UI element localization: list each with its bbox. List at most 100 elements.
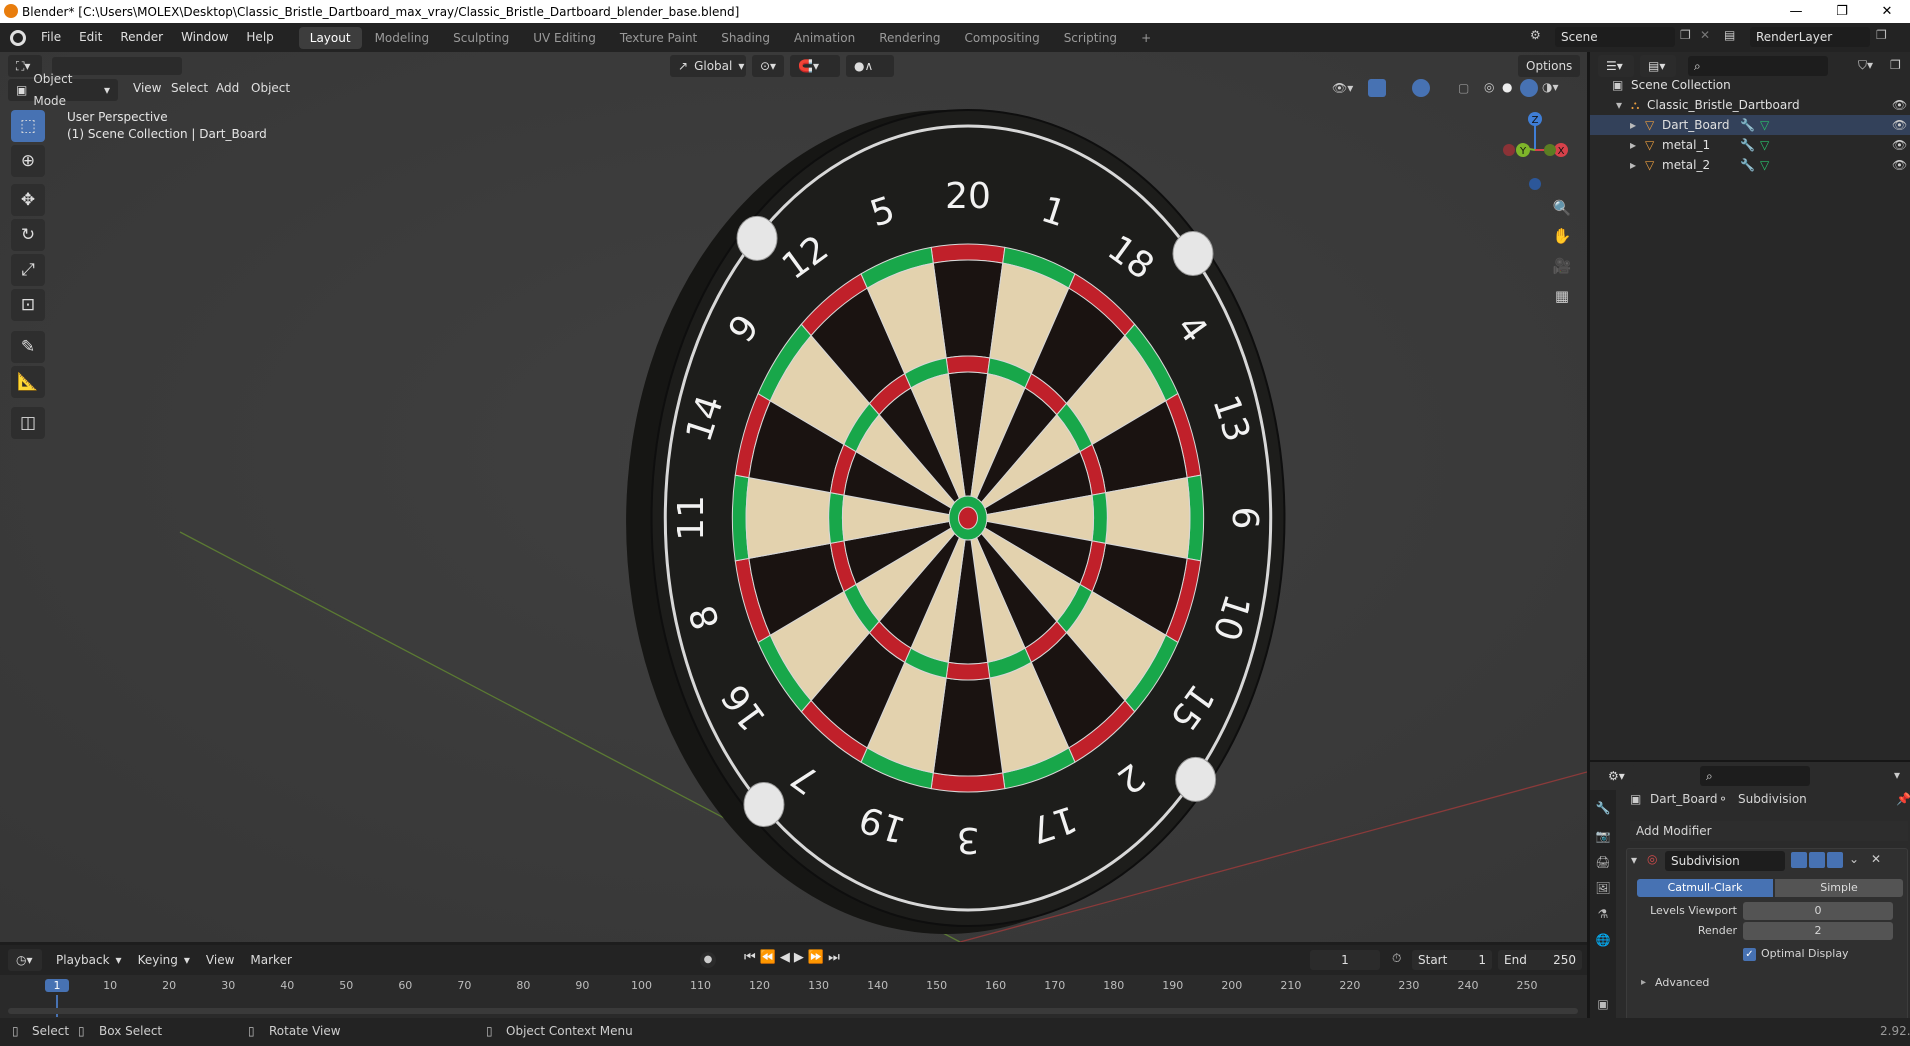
tab-sculpting[interactable]: Sculpting [442, 27, 520, 49]
collapse-arrow-icon[interactable]: ▾ [1631, 853, 1637, 867]
properties-editor-type[interactable]: ⚙▾ [1600, 765, 1636, 787]
rotate-tool[interactable]: ↻ [11, 219, 45, 251]
tab-texture-paint[interactable]: Texture Paint [609, 27, 708, 49]
advanced-expand-icon[interactable]: ▸ [1641, 977, 1646, 988]
rendered-shading-icon[interactable]: ◑▾ [1542, 80, 1559, 94]
move-tool[interactable]: ✥ [11, 184, 45, 216]
modifier-wrench-icon[interactable]: 🔧 [1740, 115, 1755, 135]
visibility-eye-icon[interactable]: 👁 [1892, 95, 1907, 115]
menu-edit[interactable]: Edit [70, 23, 111, 52]
add-workspace-button[interactable]: + [1130, 27, 1162, 49]
expand-arrow-icon[interactable]: ▸ [1630, 155, 1636, 175]
timeline-menu-playback[interactable]: Playback ▾ [48, 949, 130, 971]
levels-viewport-field[interactable]: 0 [1743, 902, 1893, 920]
gizmo-toggle-icon[interactable] [1368, 79, 1386, 97]
transform-orientation-dropdown[interactable]: ↗ Global ▾ [670, 55, 746, 77]
advanced-section[interactable]: Advanced [1655, 976, 1709, 989]
pivot-dropdown[interactable]: ⊙▾ [752, 55, 784, 77]
outliner-editor-type[interactable]: ☰▾ [1598, 55, 1634, 77]
outliner-row-metal-2[interactable]: ▸ ▽ metal_2 🔧 ▽ 👁 [1590, 155, 1910, 175]
expand-arrow-icon[interactable]: ▾ [1616, 95, 1622, 115]
tab-compositing[interactable]: Compositing [953, 27, 1050, 49]
new-collection-icon[interactable]: ❐ [1890, 58, 1901, 72]
visibility-eye-icon[interactable]: 👁 [1892, 155, 1907, 175]
3d-viewport[interactable]: 20 1 18 4 13 6 10 15 2 17 3 19 7 16 8 11 14 9 12 5 [0, 52, 1587, 942]
menu-render[interactable]: Render [111, 23, 172, 52]
expand-arrow-icon[interactable]: ▸ [1630, 115, 1636, 135]
expand-arrow-icon[interactable]: ▸ [1630, 135, 1636, 155]
modifier-name-field[interactable]: Subdivision [1665, 851, 1785, 871]
measure-tool[interactable]: 📐 [11, 366, 45, 398]
blender-menu-icon[interactable] [10, 29, 26, 46]
record-keyframe-button[interactable]: ● [700, 952, 716, 968]
visibility-eye-icon[interactable]: 👁 [1892, 115, 1907, 135]
transform-tool[interactable]: ⊡ [11, 289, 45, 321]
tab-uv-editing[interactable]: UV Editing [522, 27, 607, 49]
outliner-row-dart-board[interactable]: ▸ ▽ Dart_Board 🔧 ▽ 👁 [1590, 115, 1910, 135]
scale-tool[interactable]: ⤢ [11, 254, 45, 286]
start-frame-field[interactable]: Start 1 [1412, 950, 1492, 970]
tab-animation[interactable]: Animation [783, 27, 866, 49]
new-scene-icon[interactable]: ❐ [1680, 28, 1691, 42]
optimal-display-checkbox[interactable]: ✓ [1743, 948, 1756, 961]
annotate-tool[interactable]: ✎ [11, 331, 45, 363]
simple-button[interactable]: Simple [1775, 879, 1903, 897]
timeline-editor-type[interactable]: ◷▾ [8, 949, 42, 971]
camera-view-icon[interactable]: 🎥 [1550, 254, 1574, 278]
menu-window[interactable]: Window [172, 23, 237, 52]
chevron-down-icon[interactable]: ▾ [1894, 768, 1900, 782]
viewport-display-toggle-icon[interactable] [1809, 852, 1825, 868]
tab-layout[interactable]: Layout [298, 26, 362, 49]
renderlayer-field[interactable]: RenderLayer [1750, 27, 1870, 47]
pan-hand-icon[interactable]: ✋ [1550, 224, 1574, 248]
mesh-data-icon[interactable]: ▽ [1760, 135, 1769, 155]
frame-ruler[interactable]: 1 10 20 30 40 50 60 70 80 90 100 110 120 130 140 150 160… [0, 975, 1587, 1017]
mesh-data-icon[interactable]: ▽ [1760, 155, 1769, 175]
cursor-tool[interactable]: ⊕ [11, 145, 45, 177]
xray-toggle-icon[interactable]: ▢ [1458, 81, 1469, 95]
outliner-display-mode[interactable]: ▤▾ [1640, 55, 1676, 77]
filter-icon[interactable]: ⛉▾ [1858, 58, 1873, 73]
restore-button[interactable]: ❐ [1819, 0, 1865, 23]
render-levels-field[interactable]: 2 [1743, 922, 1893, 940]
world-tab-icon[interactable]: 🌐 [1593, 930, 1613, 950]
mesh-data-icon[interactable]: ▽ [1760, 115, 1769, 135]
ortho-toggle-icon[interactable]: ▦ [1550, 284, 1574, 308]
tab-rendering[interactable]: Rendering [868, 27, 951, 49]
scene-tab-icon[interactable]: ⚗ [1593, 904, 1613, 924]
zoom-icon[interactable]: 🔍 [1550, 196, 1574, 220]
playback-controls[interactable]: ⏮⏪◀▶⏩⏭ [744, 950, 844, 965]
menu-help[interactable]: Help [237, 23, 282, 52]
outliner-row-collection[interactable]: ▾ ⛬ Classic_Bristle_Dartboard 👁 [1590, 95, 1910, 115]
outliner-row-scene-collection[interactable]: ▣ Scene Collection [1590, 75, 1910, 95]
end-frame-field[interactable]: End 250 [1498, 950, 1582, 970]
menu-file[interactable]: File [32, 23, 70, 52]
visibility-eye-icon[interactable]: 👁 [1892, 135, 1907, 155]
modifier-menu-icon[interactable]: ⌄ [1849, 852, 1859, 866]
catmull-clark-button[interactable]: Catmull-Clark [1637, 879, 1773, 897]
options-dropdown[interactable]: Options [1518, 55, 1581, 77]
render-toggle-icon[interactable] [1827, 852, 1843, 868]
edit-mode-toggle-icon[interactable] [1791, 852, 1807, 868]
add-cube-tool[interactable]: ◫ [11, 407, 45, 439]
object-mode-dropdown[interactable]: ▣ Object Mode ▾ [8, 72, 118, 108]
add-modifier-dropdown[interactable]: Add Modifier [1630, 821, 1908, 841]
output-tab-icon[interactable]: 🖨 [1593, 852, 1613, 872]
select-box-tool[interactable]: ⬚ [11, 110, 45, 142]
visibility-toggle-icon[interactable]: 👁▾ [1332, 81, 1353, 95]
outliner-search-input[interactable]: ⌕ [1688, 56, 1828, 76]
new-renderlayer-icon[interactable]: ❐ [1876, 28, 1887, 42]
viewport-menu-object[interactable]: Object [242, 74, 299, 103]
tab-shading[interactable]: Shading [710, 27, 781, 49]
timeline-scrollbar[interactable] [8, 1008, 1578, 1014]
current-frame-field[interactable]: 1 [1310, 950, 1380, 970]
tab-modeling[interactable]: Modeling [364, 27, 441, 49]
modifier-wrench-icon[interactable]: 🔧 [1740, 135, 1755, 155]
render-tab-icon[interactable]: 📷 [1593, 826, 1613, 846]
navigation-gizmo[interactable]: Z X Y [1495, 108, 1575, 198]
preview-range-icon[interactable]: ⏱ [1392, 951, 1401, 966]
properties-search-input[interactable]: ⌕ [1700, 766, 1810, 786]
view-layer-tab-icon[interactable]: 🖼 [1593, 878, 1613, 898]
scene-field[interactable]: Scene [1555, 27, 1675, 47]
minimize-button[interactable]: — [1773, 0, 1819, 23]
